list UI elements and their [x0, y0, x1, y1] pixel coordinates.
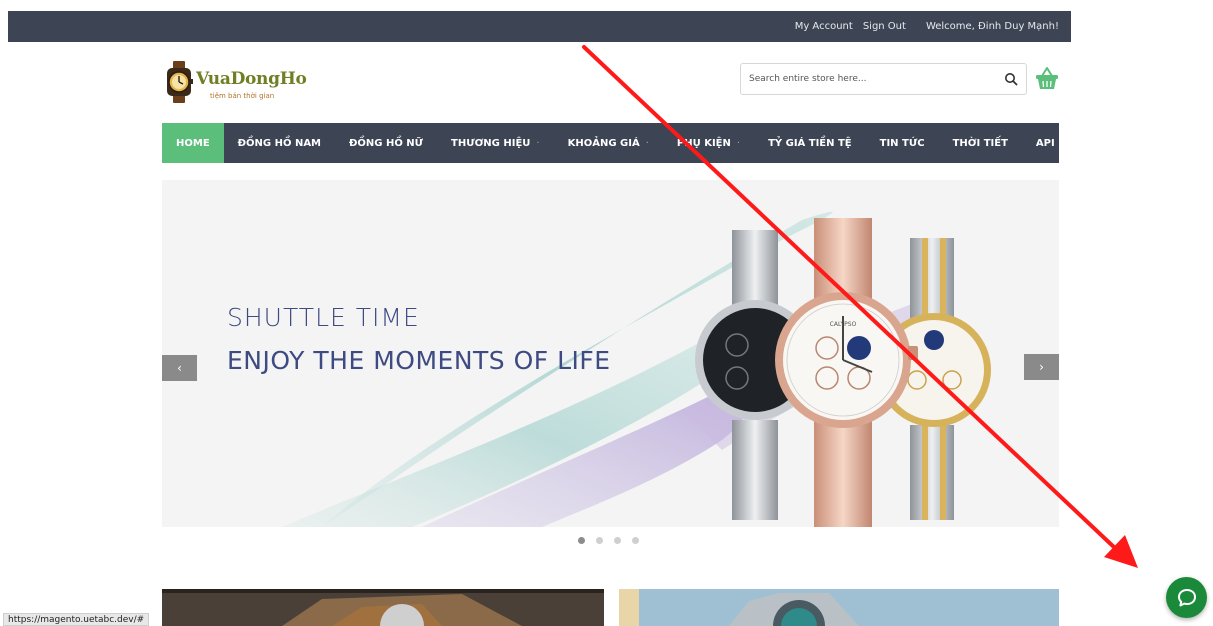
- hero-banner[interactable]: CALYPSO SHUTTLE TIME ENJOY THE MOMENTS O…: [162, 180, 1059, 527]
- my-account-link[interactable]: My Account: [795, 21, 853, 32]
- slider-dots: [578, 537, 639, 544]
- nav-item-1[interactable]: ĐỒNG HỒ NAM: [224, 123, 335, 163]
- nav-item-label: TỶ GIÁ TIỀN TỆ: [768, 137, 852, 149]
- dropdown-indicator-icon: ·: [736, 137, 741, 149]
- sign-out-link[interactable]: Sign Out: [863, 21, 906, 32]
- nav-item-5[interactable]: PHỤ KIỆN ·: [663, 123, 754, 163]
- rose-gold-watch: CALYPSO: [775, 218, 918, 527]
- watch-logo-icon: [167, 61, 193, 103]
- top-links: My Account Sign Out Welcome, Đinh Duy Mạ…: [795, 11, 1059, 42]
- chat-button[interactable]: [1166, 577, 1207, 618]
- nav-item-2[interactable]: ĐỒNG HỒ NỮ: [335, 123, 437, 163]
- nav-item-9[interactable]: API: [1022, 123, 1069, 163]
- promo-right-artwork: [619, 589, 1059, 626]
- nav-item-label: API: [1035, 137, 1055, 149]
- banner-headline: SHUTTLE TIME: [227, 303, 420, 332]
- nav-item-label: KHOẢNG GIÁ: [567, 137, 640, 149]
- nav-item-4[interactable]: KHOẢNG GIÁ ·: [554, 123, 663, 163]
- nav-item-0[interactable]: HOME: [162, 123, 224, 163]
- main-nav: HOME ĐỒNG HỒ NAM ĐỒNG HỒ NỮ THƯƠNG HIỆU · KHO…: [162, 123, 1059, 163]
- top-bar: My Account Sign Out Welcome, Đinh Duy Mạ…: [8, 11, 1071, 42]
- promo-image-left[interactable]: [162, 589, 604, 626]
- brand-name: VuaDongHo: [196, 69, 307, 89]
- nav-item-3[interactable]: THƯƠNG HIỆU ·: [437, 123, 554, 163]
- brand-tagline: tiệm bán thời gian: [210, 92, 275, 100]
- watch-brand-text: CALYPSO: [830, 321, 857, 328]
- nav-item-label: THỜI TIẾT: [952, 137, 1008, 149]
- slider-prev-button[interactable]: ‹: [162, 355, 197, 381]
- banner-subheadline: ENJOY THE MOMENTS OF LIFE: [227, 346, 611, 375]
- nav-item-7[interactable]: TIN TỨC: [866, 123, 939, 163]
- slider-dot[interactable]: [578, 537, 585, 544]
- slider-dot[interactable]: [614, 537, 621, 544]
- site-logo[interactable]: VuaDongHo tiệm bán thời gian: [165, 61, 307, 105]
- search-input[interactable]: [741, 64, 991, 94]
- dropdown-indicator-icon: ·: [645, 137, 649, 149]
- nav-item-label: ĐỒNG HỒ NỮ: [349, 137, 424, 149]
- slider-dot[interactable]: [632, 537, 639, 544]
- nav-item-label: ĐỒNG HỒ NAM: [237, 137, 322, 149]
- promo-image-right[interactable]: [619, 589, 1059, 626]
- welcome-message: Welcome, Đinh Duy Mạnh!: [925, 21, 1059, 32]
- nav-item-8[interactable]: THỜI TIẾT: [939, 123, 1022, 163]
- nav-item-label: THƯƠNG HIỆU: [451, 137, 531, 149]
- dropdown-indicator-icon: ·: [536, 137, 540, 149]
- status-url: https://magento.uetabc.dev/#: [3, 613, 150, 626]
- nav-item-label: PHỤ KIỆN: [676, 137, 731, 149]
- nav-item-label: TIN TỨC: [879, 137, 925, 149]
- promo-left-artwork: [162, 589, 604, 626]
- search-icon[interactable]: [1003, 71, 1019, 87]
- slider-next-button[interactable]: ›: [1024, 354, 1059, 380]
- basket-icon[interactable]: [1035, 65, 1059, 91]
- search-box: [740, 63, 1027, 95]
- nav-item-label: HOME: [176, 137, 210, 149]
- chat-bubble-icon: [1177, 588, 1196, 606]
- slider-dot[interactable]: [596, 537, 603, 544]
- nav-item-6[interactable]: TỶ GIÁ TIỀN TỆ: [754, 123, 866, 163]
